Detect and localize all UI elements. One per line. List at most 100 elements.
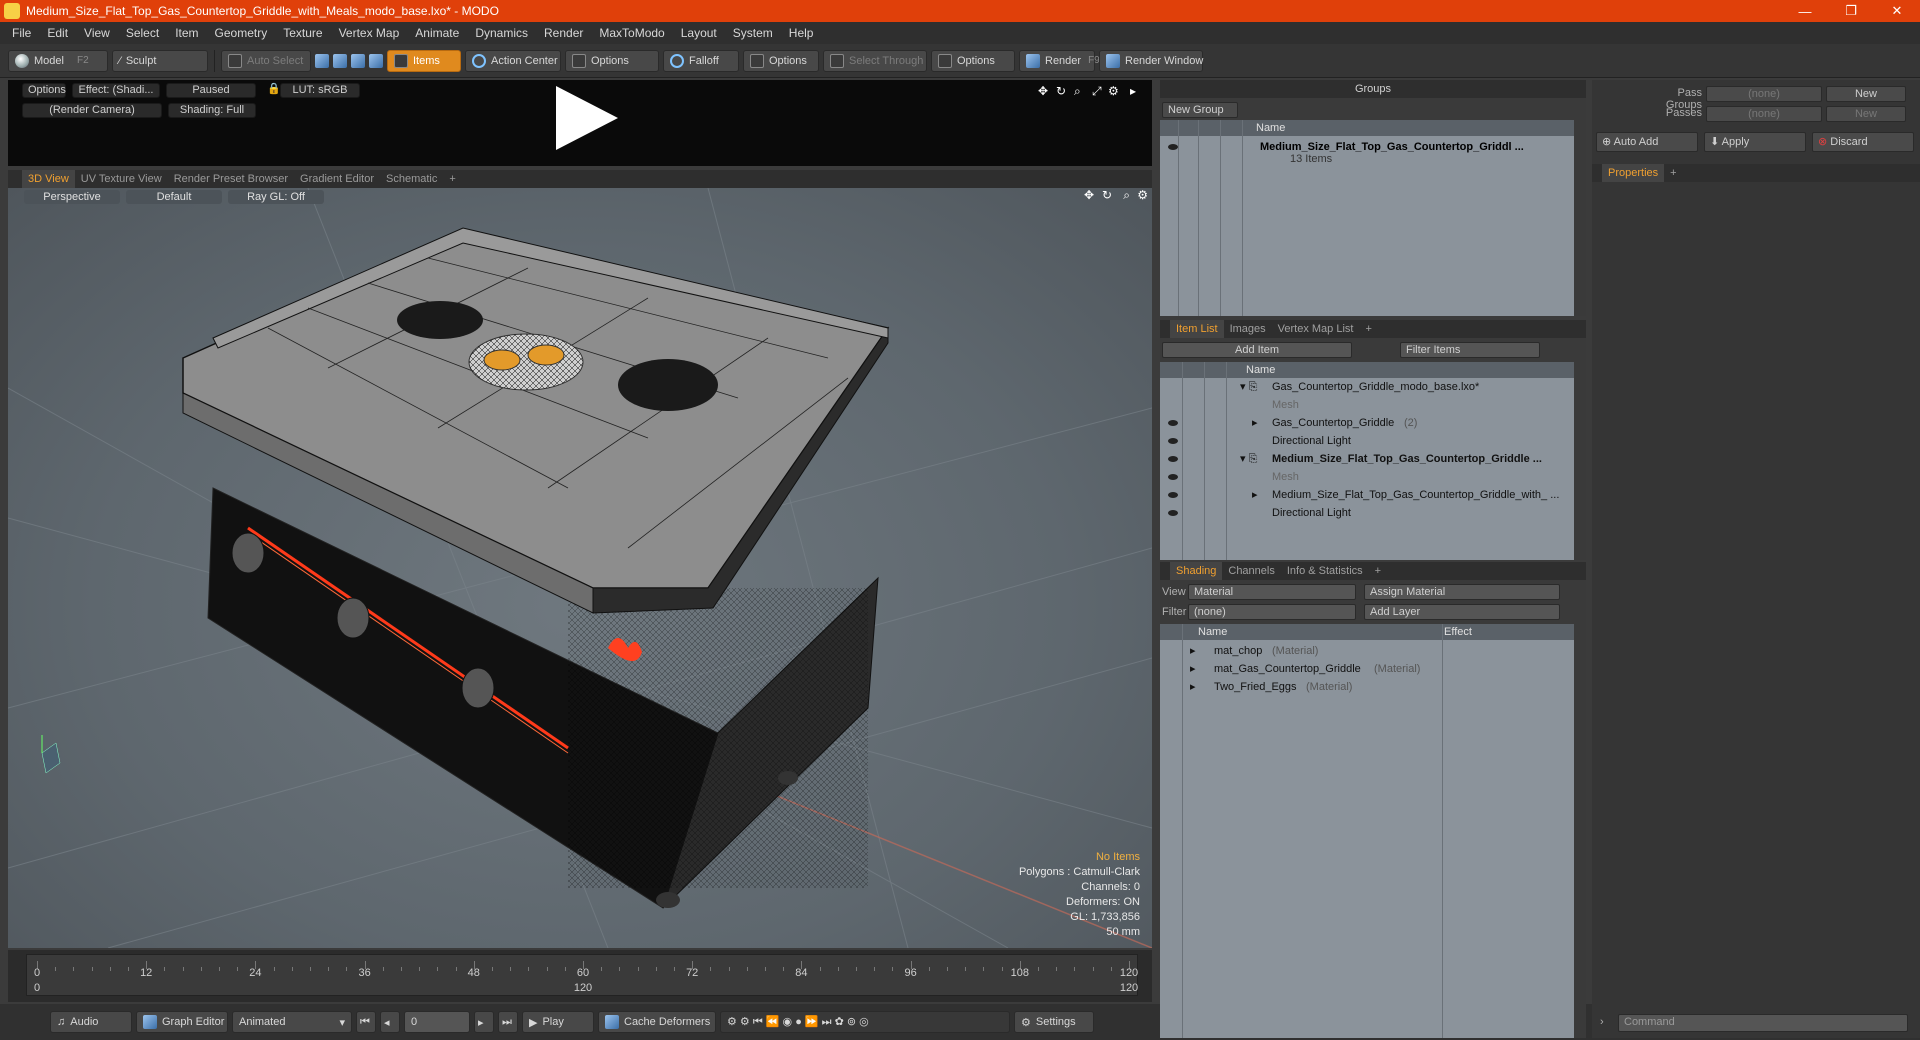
camera-dropdown[interactable]: (Render Camera) [22, 103, 162, 118]
menu-select[interactable]: Select [118, 22, 167, 44]
expand-icon[interactable]: ▸ [1252, 486, 1258, 504]
list-item[interactable]: ▾ ⎘ Gas_Countertop_Griddle_modo_base.lxo* [1160, 378, 1574, 396]
add-tab-button[interactable]: + [1359, 320, 1377, 338]
action-center-button[interactable]: Action Center [465, 49, 561, 72]
render-window-button[interactable]: Render Window [1099, 49, 1203, 72]
edges-mode-icon[interactable] [333, 53, 347, 68]
sculpt-button[interactable]: ⁄ Sculpt [112, 49, 208, 72]
materials-mode-icon[interactable] [369, 53, 383, 68]
new-group-button[interactable]: New Group [1162, 102, 1238, 118]
list-item[interactable]: ▸ Gas_Countertop_Griddle (2) [1160, 414, 1574, 432]
assign-material-button[interactable]: Assign Material [1364, 584, 1560, 600]
timeline[interactable]: 0 12 24 36 48 60 72 84 96 108 120 0 120 120 [8, 950, 1152, 1002]
pan-icon[interactable]: ✥ [1084, 188, 1094, 202]
eye-icon[interactable] [1168, 144, 1178, 150]
keyframe-tools[interactable]: ⚙ ⚙ ⏮ ⏪ ◉ ● ⏩ ⏭ ✿ ⊚ ◎ [720, 1011, 1010, 1033]
filter-items-input[interactable]: Filter Items [1400, 342, 1540, 358]
shading-list[interactable]: Name Effect ▸ mat_chop (Material) ▸ mat_Gas… [1160, 624, 1574, 1038]
render-preview[interactable]: Options Effect: (Shadi... Paused 🔒 LUT: … [8, 80, 1152, 166]
select-through-button[interactable]: Select Through [823, 49, 927, 72]
triangle-right-icon[interactable]: ▸ [1130, 84, 1136, 98]
style-dropdown[interactable]: Default [126, 190, 222, 204]
zoom-icon[interactable]: ⌕ [1074, 84, 1081, 99]
graph-editor-button[interactable]: Graph Editor [136, 1011, 228, 1033]
close-button[interactable]: ✕ [1874, 0, 1920, 22]
animated-dropdown[interactable]: Animated ▾ [232, 1011, 352, 1033]
menu-geometry[interactable]: Geometry [207, 22, 276, 44]
eye-icon[interactable] [1168, 510, 1178, 516]
items-mode-button[interactable]: Items [387, 49, 461, 72]
frame-input[interactable]: 0 [404, 1011, 470, 1033]
falloff-options-button[interactable]: Options [743, 49, 819, 72]
auto-select-button[interactable]: Auto Select [221, 49, 311, 72]
raygl-dropdown[interactable]: Ray GL: Off [228, 190, 324, 204]
menu-render[interactable]: Render [536, 22, 591, 44]
menu-file[interactable]: File [4, 22, 39, 44]
step-back-button[interactable]: ◂ [380, 1011, 400, 1033]
eye-icon[interactable] [1168, 474, 1178, 480]
list-item[interactable]: Directional Light [1160, 504, 1574, 522]
tab-info-statistics[interactable]: Info & Statistics [1281, 562, 1369, 580]
maximize-button[interactable]: ❐ [1828, 0, 1874, 22]
material-row[interactable]: ▸ Two_Fried_Eggs (Material) [1160, 678, 1574, 696]
step-forward-button[interactable]: ▸ [474, 1011, 494, 1033]
maximize-icon[interactable]: ⤢ [1092, 84, 1102, 99]
list-item[interactable]: Mesh [1160, 468, 1574, 486]
tab-schematic[interactable]: Schematic [380, 170, 443, 188]
play-button[interactable]: ▶ Play [522, 1011, 594, 1033]
menu-view[interactable]: View [76, 22, 118, 44]
expand-icon[interactable]: ▸ [1190, 660, 1196, 678]
expand-icon[interactable]: ▸ [1190, 642, 1196, 660]
render-button[interactable]: Render F9 [1019, 49, 1100, 72]
action-center-options-button[interactable]: Options [565, 49, 659, 72]
view-dropdown[interactable]: Material [1188, 584, 1356, 600]
3d-viewport[interactable]: Perspective Default Ray GL: Off ✥ ↻ ⌕ ⚙ … [8, 188, 1152, 948]
groups-list[interactable]: Name Medium_Size_Flat_Top_Gas_Countertop… [1160, 120, 1574, 316]
eye-icon[interactable] [1168, 456, 1178, 462]
list-item[interactable]: Directional Light [1160, 432, 1574, 450]
menu-vertex-map[interactable]: Vertex Map [331, 22, 408, 44]
gear-icon[interactable]: ⚙ [1108, 84, 1119, 98]
move-icon[interactable]: ✥ [1038, 84, 1048, 98]
new-pass-button[interactable]: New [1826, 106, 1906, 122]
falloff-button[interactable]: Falloff [663, 49, 739, 72]
tab-3d-view[interactable]: 3D View [22, 170, 75, 188]
menu-layout[interactable]: Layout [673, 22, 725, 44]
discard-button[interactable]: ⊗ Discard [1812, 132, 1914, 152]
orbit-icon[interactable]: ↻ [1102, 188, 1112, 202]
add-layer-dropdown[interactable]: Add Layer [1364, 604, 1560, 620]
list-item[interactable]: ▸ Medium_Size_Flat_Top_Gas_Countertop_Gri… [1160, 486, 1574, 504]
eye-icon[interactable] [1168, 492, 1178, 498]
menu-animate[interactable]: Animate [407, 22, 467, 44]
lock-icon[interactable]: 🔒 [262, 83, 281, 98]
cache-deformers-button[interactable]: Cache Deformers [598, 1011, 716, 1033]
settings-button[interactable]: ⚙ Settings [1014, 1011, 1094, 1033]
skip-start-button[interactable]: ⏮ [356, 1011, 376, 1033]
paused-button[interactable]: Paused [166, 83, 256, 98]
tab-render-preset-browser[interactable]: Render Preset Browser [168, 170, 294, 188]
material-row[interactable]: ▸ mat_Gas_Countertop_Griddle (Material) [1160, 660, 1574, 678]
auto-add-button[interactable]: ⊕ Auto Add [1596, 132, 1698, 152]
menu-edit[interactable]: Edit [39, 22, 76, 44]
skip-end-button[interactable]: ⏭ [498, 1011, 518, 1033]
play-icon[interactable] [556, 86, 618, 150]
vertices-mode-icon[interactable] [315, 53, 329, 68]
minimize-button[interactable]: — [1782, 0, 1828, 22]
apply-button[interactable]: ⬇ Apply [1704, 132, 1806, 152]
gear-icon[interactable]: ⚙ [1137, 188, 1148, 202]
add-item-dropdown[interactable]: Add Item [1162, 342, 1352, 358]
menu-system[interactable]: System [725, 22, 781, 44]
model-button[interactable]: Model F2 [8, 49, 108, 72]
eye-icon[interactable] [1168, 420, 1178, 426]
tab-shading[interactable]: Shading [1170, 562, 1223, 580]
audio-button[interactable]: ♫ Audio [50, 1011, 132, 1033]
list-item[interactable]: ▾ ⎘ Medium_Size_Flat_Top_Gas_Countertop_G… [1160, 450, 1574, 468]
tab-vertex-map-list[interactable]: Vertex Map List [1272, 320, 1360, 338]
expand-icon[interactable]: ▸ [1252, 414, 1258, 432]
select-through-options-button[interactable]: Options [931, 49, 1015, 72]
polygons-mode-icon[interactable] [351, 53, 365, 68]
tab-gradient-editor[interactable]: Gradient Editor [294, 170, 380, 188]
pass-groups-dropdown[interactable]: (none) [1706, 86, 1822, 102]
list-item[interactable]: Mesh [1160, 396, 1574, 414]
menu-texture[interactable]: Texture [275, 22, 330, 44]
